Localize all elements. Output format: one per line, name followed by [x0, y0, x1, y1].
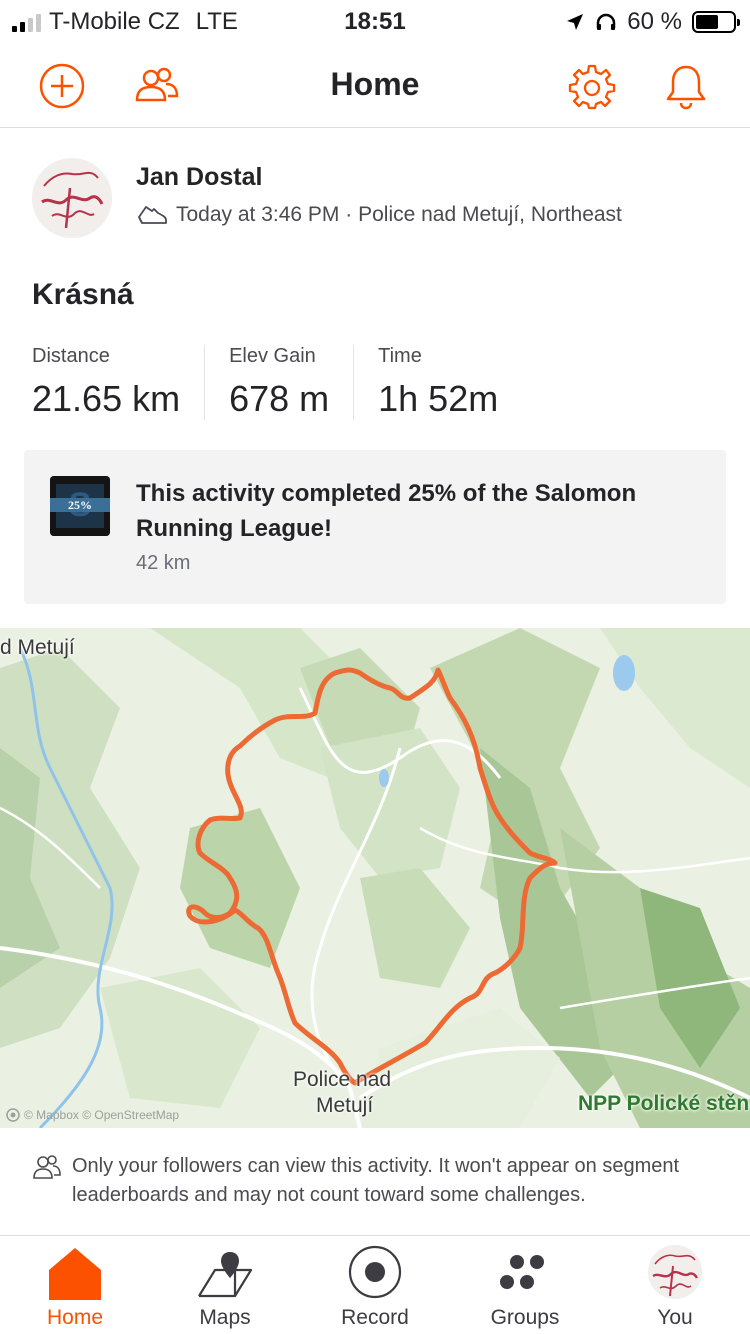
tab-you[interactable]: You [600, 1236, 750, 1334]
challenge-subtitle: 42 km [136, 552, 191, 574]
stat-value: 678 m [229, 378, 330, 419]
stat-value: 21.65 km [32, 378, 181, 419]
profile-avatar [648, 1245, 702, 1299]
tab-record[interactable]: Record [300, 1236, 450, 1334]
battery-percent: 60 % [627, 8, 682, 35]
map-canvas [0, 628, 750, 1128]
activity-title[interactable]: Krásná [32, 278, 134, 312]
stat-distance: Distance 21.65 km [32, 345, 206, 420]
location-arrow-icon [567, 14, 584, 30]
stat-time: Time 1h 52m [378, 345, 522, 420]
record-icon [348, 1245, 402, 1299]
tab-label: Maps [199, 1306, 251, 1329]
tab-groups[interactable]: Groups [450, 1236, 600, 1334]
groups-icon [500, 1255, 544, 1289]
settings-gear-icon[interactable] [568, 62, 616, 110]
stat-value: 1h 52m [378, 378, 499, 419]
stat-label: Time [378, 345, 422, 367]
page-title: Home [330, 66, 420, 102]
tab-label: You [657, 1306, 693, 1329]
battery-icon [692, 11, 740, 33]
athlete-name[interactable]: Jan Dostal [136, 163, 262, 192]
badge-percent: 25% [68, 498, 92, 512]
top-nav-bar: Home [0, 42, 750, 128]
map-label-top-left: d Metují [0, 636, 75, 659]
status-bar: T-Mobile CZ LTE 18:51 60 % [0, 0, 750, 42]
challenge-title: This activity completed 25% of the Salom… [136, 480, 637, 542]
maps-icon [198, 1252, 253, 1298]
athlete-avatar[interactable] [32, 158, 112, 238]
activity-meta: Today at 3:46 PM · Police nad Metují, No… [136, 203, 622, 227]
mapbox-logo-icon [6, 1108, 20, 1122]
avatar-image [32, 158, 112, 238]
privacy-note: Only your followers can view this activi… [32, 1152, 692, 1210]
tab-label: Home [46, 1306, 104, 1329]
map-label-reserve: NPP Polické stěn [578, 1092, 750, 1115]
followers-icon [33, 1155, 61, 1179]
route-map[interactable]: d Metují Police nad Metují NPP Polické s… [0, 628, 750, 1128]
tab-maps[interactable]: Maps [150, 1236, 300, 1334]
tab-label: Groups [490, 1306, 560, 1329]
stat-label: Elev Gain [229, 345, 316, 367]
activity-stats: Distance 21.65 km Elev Gain 678 m Time 1… [32, 345, 546, 420]
map-label-town-line2: Metují [316, 1094, 374, 1117]
headphones-icon [597, 13, 616, 30]
bottom-tab-bar: Home Maps Record Groups You [0, 1235, 750, 1334]
challenge-badge-icon: S 25% [50, 476, 110, 536]
challenge-progress-card[interactable]: S 25% This activity completed 25% of the… [24, 450, 726, 604]
notifications-bell-icon[interactable] [662, 62, 710, 110]
tab-label: Record [341, 1306, 409, 1329]
home-icon [49, 1248, 101, 1300]
stat-elev-gain: Elev Gain 678 m [229, 345, 355, 420]
status-right: 60 % [565, 8, 740, 36]
activity-meta-text: Today at 3:46 PM · Police nad Metují, No… [176, 203, 622, 226]
map-attribution[interactable]: © Mapbox © OpenStreetMap [6, 1108, 179, 1122]
running-shoe-icon [138, 206, 167, 224]
stat-label: Distance [32, 345, 110, 367]
attribution-text: © Mapbox © OpenStreetMap [24, 1108, 180, 1122]
map-label-town-line1: Police nad [293, 1068, 392, 1091]
tab-home[interactable]: Home [0, 1236, 150, 1334]
privacy-note-text: Only your followers can view this activi… [72, 1155, 680, 1206]
